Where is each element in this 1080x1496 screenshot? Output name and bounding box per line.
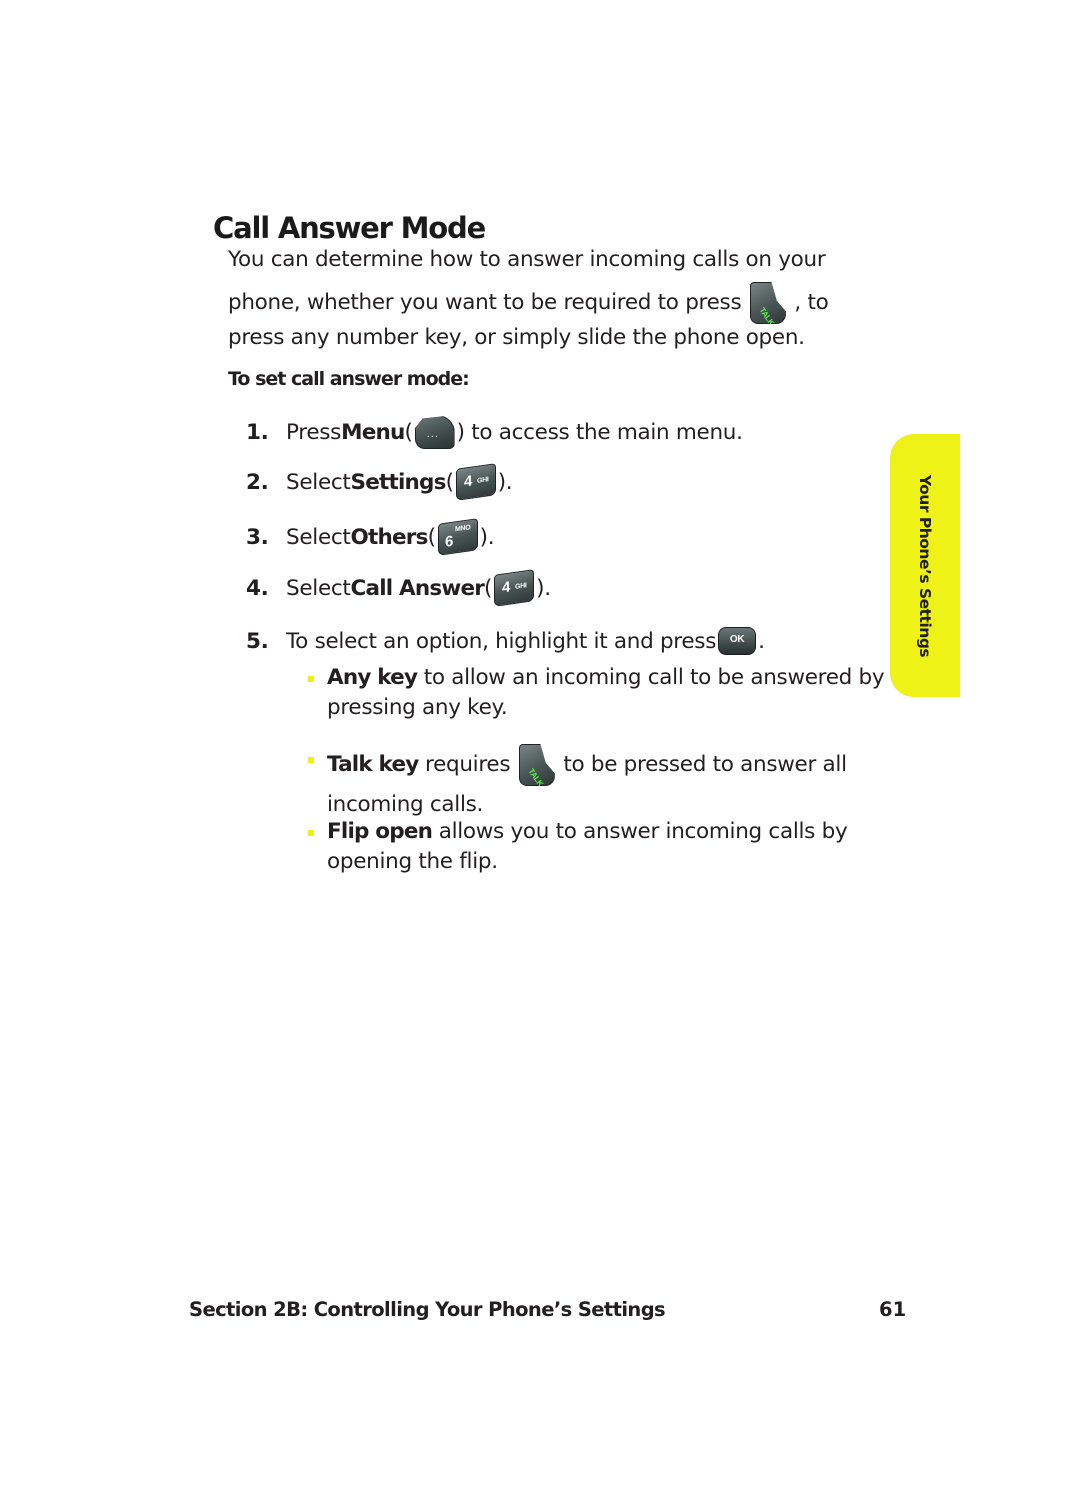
bullet-icon <box>308 830 314 836</box>
key-4-icon: 4 GHI <box>455 463 496 501</box>
step-number: 4. <box>246 575 269 601</box>
step-number: 2. <box>246 469 269 495</box>
ok-key-icon: OK <box>718 627 757 655</box>
option-talk-key: Talk key requires TALK to be pressed to … <box>308 744 888 823</box>
step-1: 1. Press Menu ( ... ) to access the main… <box>246 414 743 450</box>
key-6-icon: 6 MNO <box>437 518 478 556</box>
bullet-icon <box>308 676 314 682</box>
menu-label: Menu <box>341 419 405 445</box>
others-label: Others <box>350 524 429 550</box>
section-side-tab: Your Phone’s Settings <box>890 434 960 697</box>
key-4-icon: 4 GHI <box>494 569 535 607</box>
footer-section-title: Section 2B: Controlling Your Phone’s Set… <box>189 1298 666 1321</box>
option-flip-open: Flip open allows you to answer incoming … <box>308 817 888 877</box>
side-tab-label: Your Phone’s Settings <box>916 474 934 657</box>
step-3: 3. Select Others ( 6 MNO ). <box>246 518 495 556</box>
menu-key-icon: ... <box>414 415 455 449</box>
step-2: 2. Select Settings ( 4 GHI ). <box>246 463 513 501</box>
option-any-key: Any key to allow an incoming call to be … <box>308 663 888 723</box>
talk-key-icon: TALK <box>749 282 786 324</box>
bullet-icon <box>308 757 314 763</box>
page-number: 61 <box>879 1298 907 1321</box>
step-5: 5. To select an option, highlight it and… <box>246 627 765 655</box>
call-answer-label: Call Answer <box>350 575 485 601</box>
step-number: 5. <box>246 628 269 654</box>
talk-key-icon: TALK <box>518 744 555 786</box>
option-name: Flip open <box>327 819 433 844</box>
procedure-heading: To set call answer mode: <box>228 368 470 390</box>
step-number: 1. <box>246 419 269 445</box>
intro-paragraph: You can determine how to answer incoming… <box>228 240 868 354</box>
intro-line: You can determine how to answer incoming… <box>228 247 826 272</box>
step-4: 4. Select Call Answer ( 4 GHI ). <box>246 569 551 607</box>
settings-label: Settings <box>350 469 447 495</box>
option-name: Talk key <box>327 752 419 777</box>
option-name: Any key <box>327 665 418 690</box>
step-number: 3. <box>246 524 269 550</box>
